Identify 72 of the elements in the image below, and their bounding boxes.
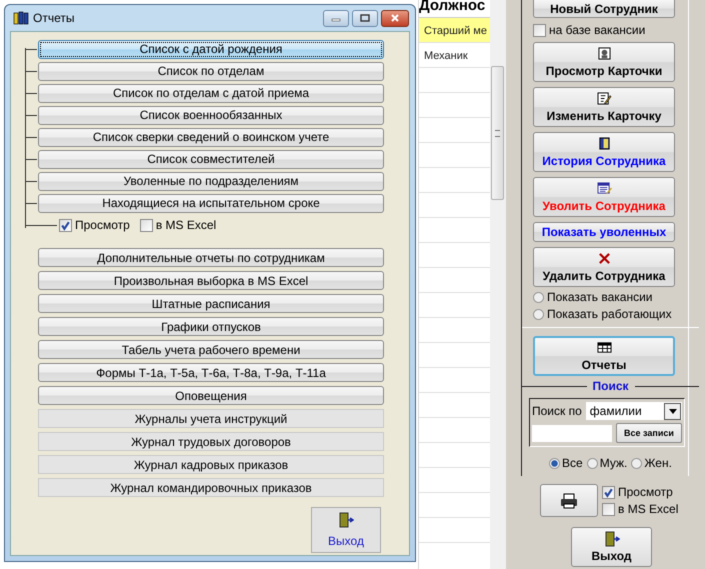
report-button[interactable]: Оповещения [38,386,384,405]
search-heading: Поиск [592,379,629,393]
checkbox-label: в MS Excel [618,502,678,516]
books-icon [13,11,29,25]
table-icon [596,340,612,354]
radio-label: Муж. [600,456,628,470]
report-button[interactable]: Произвольная выборка в MS Excel [38,271,384,290]
checkbox[interactable] [59,218,72,232]
window-title: Отчеты [33,11,74,25]
report-button[interactable]: Журнал кадровых приказов [38,455,384,474]
report-button[interactable]: Журнал трудовых договоров [38,432,384,451]
document-icon [596,182,612,194]
report-button[interactable]: Журналы учета инструкций [38,409,384,428]
report-button[interactable]: Список совместителей [38,150,384,168]
portrait-icon [596,46,612,60]
door-icon [604,531,620,547]
maximize-icon [360,14,370,22]
action-button[interactable]: Изменить Карточку [533,87,675,127]
radio-label: Показать работающих [547,307,672,321]
checkbox[interactable] [533,24,546,36]
report-button[interactable]: Формы Т-1а, Т-5а, Т-6а, Т-8а, Т-9а, Т-11а [38,363,384,382]
radio-button[interactable] [533,308,544,320]
report-button[interactable]: Штатные расписания [38,294,384,313]
checkbox[interactable] [602,502,615,516]
checkbox[interactable] [140,218,153,232]
scrollbar[interactable] [490,0,506,569]
exit-button[interactable]: Выход [311,507,381,553]
radio-button[interactable] [631,458,642,468]
radio-label: Жен. [644,456,672,470]
close-icon [390,14,400,22]
action-button[interactable]: Удалить Сотрудника [533,247,675,287]
report-button[interactable]: Уволенные по подразделениям [38,172,384,190]
action-button[interactable]: История Сотрудника [533,132,675,172]
checkbox[interactable] [602,486,615,498]
checkbox-label: на базе вакансии [549,23,646,37]
report-button[interactable]: Список сверки сведений о воинском учете [38,128,384,146]
action-button[interactable]: Показать уволенных [533,222,675,242]
search-field[interactable] [532,424,612,442]
action-button[interactable]: Просмотр Карточки [533,42,675,82]
exit-button[interactable]: Выход [571,527,652,567]
book-icon [596,136,612,150]
scrollbar-thumb[interactable] [491,66,504,200]
search-by-dropdown[interactable]: фамилии [586,402,682,420]
report-button[interactable]: Список военнообязанных [38,106,384,124]
close-button[interactable] [381,10,409,26]
new-employee-button[interactable]: Новый Сотрудник [533,0,675,18]
print-button[interactable] [540,484,598,517]
radio-button[interactable] [586,458,598,468]
checkbox-label: в MS Excel [156,218,216,232]
all-records-button[interactable]: Все записи [616,423,682,443]
report-button[interactable]: Находящиеся на испытательном сроке [38,194,384,212]
search-by-label: Поиск по [532,404,582,418]
printer-icon [560,492,578,508]
report-button[interactable]: Табель учета рабочего времени [38,340,384,359]
radio-label: Все [562,456,583,470]
radio-button[interactable] [549,458,560,468]
delete-icon [596,252,612,264]
report-button[interactable]: Журнал командировочных приказов [38,478,384,497]
pencil-icon [596,92,612,104]
report-button[interactable]: Список с датой рождения [38,40,384,58]
reports-button[interactable]: Отчеты [533,336,675,376]
table-cell: Старший ме [419,18,490,43]
report-button[interactable]: Список по отделам с датой приема [38,84,384,102]
report-button[interactable]: Дополнительные отчеты по сотрудникам [38,248,384,267]
door-icon [338,512,354,528]
maximize-button[interactable] [352,10,378,26]
report-button[interactable]: Список по отделам [38,62,384,80]
radio-button[interactable] [533,292,544,302]
checkbox-label: Просмотр [75,218,130,232]
radio-label: Показать вакансии [547,290,652,304]
checkbox-label: Просмотр [618,485,673,499]
report-button[interactable]: Графики отпусков [38,317,384,336]
